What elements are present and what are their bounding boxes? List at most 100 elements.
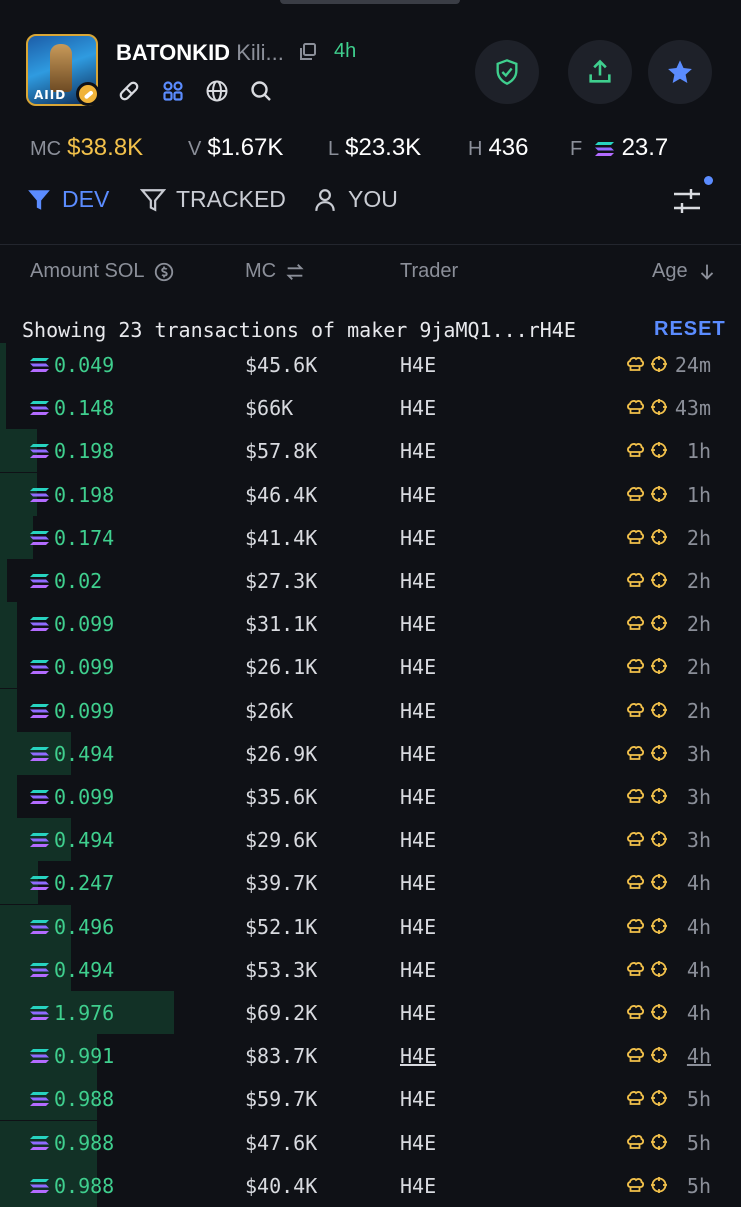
column-mc[interactable]: MC — [245, 260, 306, 283]
trader-tags — [626, 441, 668, 459]
solana-icon — [30, 660, 49, 675]
tx-age-link[interactable]: 2h — [687, 526, 711, 550]
market-cap-cell: $53.3K — [245, 957, 318, 982]
amount-sol: 0.494 — [30, 742, 114, 766]
tx-age-link[interactable]: 1h — [687, 439, 711, 463]
dev-chef-hat-icon — [627, 486, 644, 501]
tx-age-link[interactable]: 5h — [687, 1087, 711, 1111]
trader-link[interactable]: H4E — [400, 396, 436, 420]
amount-sol: 0.099 — [30, 699, 114, 723]
transaction-row[interactable]: 0.174 $41.4K H4E 2h — [0, 515, 741, 559]
tx-age-link[interactable]: 4h — [687, 1044, 711, 1068]
tx-age-link[interactable]: 3h — [687, 828, 711, 852]
trader-link[interactable]: H4E — [400, 1174, 436, 1198]
transaction-row[interactable]: 1.976 $69.2K H4E 4h — [0, 991, 741, 1034]
share-button[interactable] — [568, 40, 632, 104]
transaction-row[interactable]: 0.099 $26.1K H4E 2h — [0, 645, 741, 689]
trader-link[interactable]: H4E — [400, 871, 436, 895]
filter-dev[interactable]: DEV — [26, 186, 109, 213]
tx-age-link[interactable]: 3h — [687, 742, 711, 766]
amount-sol: 0.988 — [30, 1131, 114, 1155]
transaction-row[interactable]: 0.988 $40.4K H4E 5h — [0, 1163, 741, 1207]
trader-link[interactable]: H4E — [400, 958, 436, 982]
column-age[interactable]: Age — [652, 260, 718, 283]
tx-age-link[interactable]: 4h — [687, 1001, 711, 1025]
trader-link[interactable]: H4E — [400, 1131, 436, 1155]
transaction-row[interactable]: 0.198 $46.4K H4E 1h — [0, 472, 741, 516]
trader-link[interactable]: H4E — [400, 569, 436, 593]
trader-link[interactable]: H4E — [400, 612, 436, 636]
tx-age-link[interactable]: 5h — [687, 1174, 711, 1198]
tx-age-link[interactable]: 2h — [687, 612, 711, 636]
stat-fees: F 23.7 — [570, 134, 669, 161]
solana-icon — [30, 617, 49, 632]
transaction-row[interactable]: 0.099 $35.6K H4E 3h — [0, 775, 741, 818]
tx-age-link[interactable]: 5h — [687, 1131, 711, 1155]
dev-chef-hat-icon — [627, 1134, 644, 1149]
reset-button[interactable]: RESET — [654, 318, 726, 341]
amount-sol: 0.988 — [30, 1087, 114, 1111]
trader-link[interactable]: H4E — [400, 828, 436, 852]
filter-you[interactable]: YOU — [312, 186, 398, 213]
dev-chef-hat-icon — [627, 918, 644, 933]
transaction-row[interactable]: 0.494 $53.3K H4E 4h — [0, 947, 741, 991]
tx-age-link[interactable]: 1h — [687, 483, 711, 507]
transaction-row[interactable]: 0.988 $59.7K H4E 5h — [0, 1077, 741, 1121]
crosshair-icon — [651, 874, 667, 891]
market-cap-cell: $40.4K — [245, 1173, 318, 1198]
market-cap-cell: $26K — [245, 698, 294, 723]
trader-link[interactable]: H4E — [400, 1087, 436, 1111]
trader-link[interactable]: H4E — [400, 742, 436, 766]
transaction-row[interactable]: 0.494 $29.6K H4E 3h — [0, 818, 741, 862]
dev-chef-hat-icon — [627, 1005, 644, 1019]
trader-link[interactable]: H4E — [400, 353, 436, 377]
column-trader[interactable]: Trader — [400, 260, 458, 283]
search-icon[interactable] — [248, 78, 274, 104]
transaction-row[interactable]: 0.494 $26.9K H4E 3h — [0, 731, 741, 775]
tx-age-link[interactable]: 3h — [687, 785, 711, 809]
security-shield-button[interactable] — [475, 40, 539, 104]
volume-bar — [0, 559, 7, 602]
market-cap-cell: $26.9K — [245, 741, 318, 766]
tx-age-link[interactable]: 4h — [687, 915, 711, 939]
transaction-row[interactable]: 0.988 $47.6K H4E 5h — [0, 1120, 741, 1164]
trader-link[interactable]: H4E — [400, 483, 436, 507]
trader-link[interactable]: H4E — [400, 655, 436, 679]
tx-age-link[interactable]: 2h — [687, 569, 711, 593]
pill-icon[interactable] — [116, 78, 142, 104]
dev-chef-hat-icon — [627, 443, 644, 458]
transaction-row[interactable]: 0.148 $66K H4E 43m — [0, 386, 741, 430]
tx-age-link[interactable]: 2h — [687, 655, 711, 679]
transaction-row[interactable]: 0.099 $31.1K H4E 2h — [0, 602, 741, 646]
trader-link[interactable]: H4E — [400, 785, 436, 809]
copy-icon[interactable] — [298, 42, 318, 62]
column-amount-sol[interactable]: Amount SOL — [30, 260, 175, 283]
trader-link[interactable]: H4E — [400, 526, 436, 550]
transaction-row[interactable]: 0.247 $39.7K H4E 4h — [0, 861, 741, 905]
favorite-button[interactable] — [648, 40, 712, 104]
transaction-row[interactable]: 0.02 $27.3K H4E 2h — [0, 559, 741, 602]
filter-tracked[interactable]: TRACKED — [140, 186, 286, 213]
transaction-row[interactable]: 0.099 $26K H4E 2h — [0, 688, 741, 732]
crosshair-icon — [651, 658, 667, 675]
transaction-row[interactable]: 0.991 $83.7K H4E 4h — [0, 1034, 741, 1078]
transaction-row[interactable]: 0.496 $52.1K H4E 4h — [0, 904, 741, 948]
sliders-settings-icon[interactable] — [670, 184, 704, 218]
trader-link[interactable]: H4E — [400, 1044, 436, 1068]
tx-age-link[interactable]: 24m — [675, 353, 711, 377]
token-links — [116, 78, 274, 104]
transaction-row[interactable]: 0.049 $45.6K H4E 24m — [0, 343, 741, 386]
globe-icon[interactable] — [204, 78, 230, 104]
trader-link[interactable]: H4E — [400, 1001, 436, 1025]
trader-link[interactable]: H4E — [400, 915, 436, 939]
tx-age-link[interactable]: 4h — [687, 958, 711, 982]
bundle-grid-icon[interactable] — [160, 78, 186, 104]
trader-link[interactable]: H4E — [400, 439, 436, 463]
transaction-row[interactable]: 0.198 $57.8K H4E 1h — [0, 429, 741, 473]
tx-age-link[interactable]: 43m — [675, 396, 711, 420]
tx-age-link[interactable]: 2h — [687, 699, 711, 723]
trader-link[interactable]: H4E — [400, 699, 436, 723]
trader-tags — [626, 1176, 668, 1194]
tx-age-link[interactable]: 4h — [687, 871, 711, 895]
crosshair-icon — [651, 442, 667, 459]
